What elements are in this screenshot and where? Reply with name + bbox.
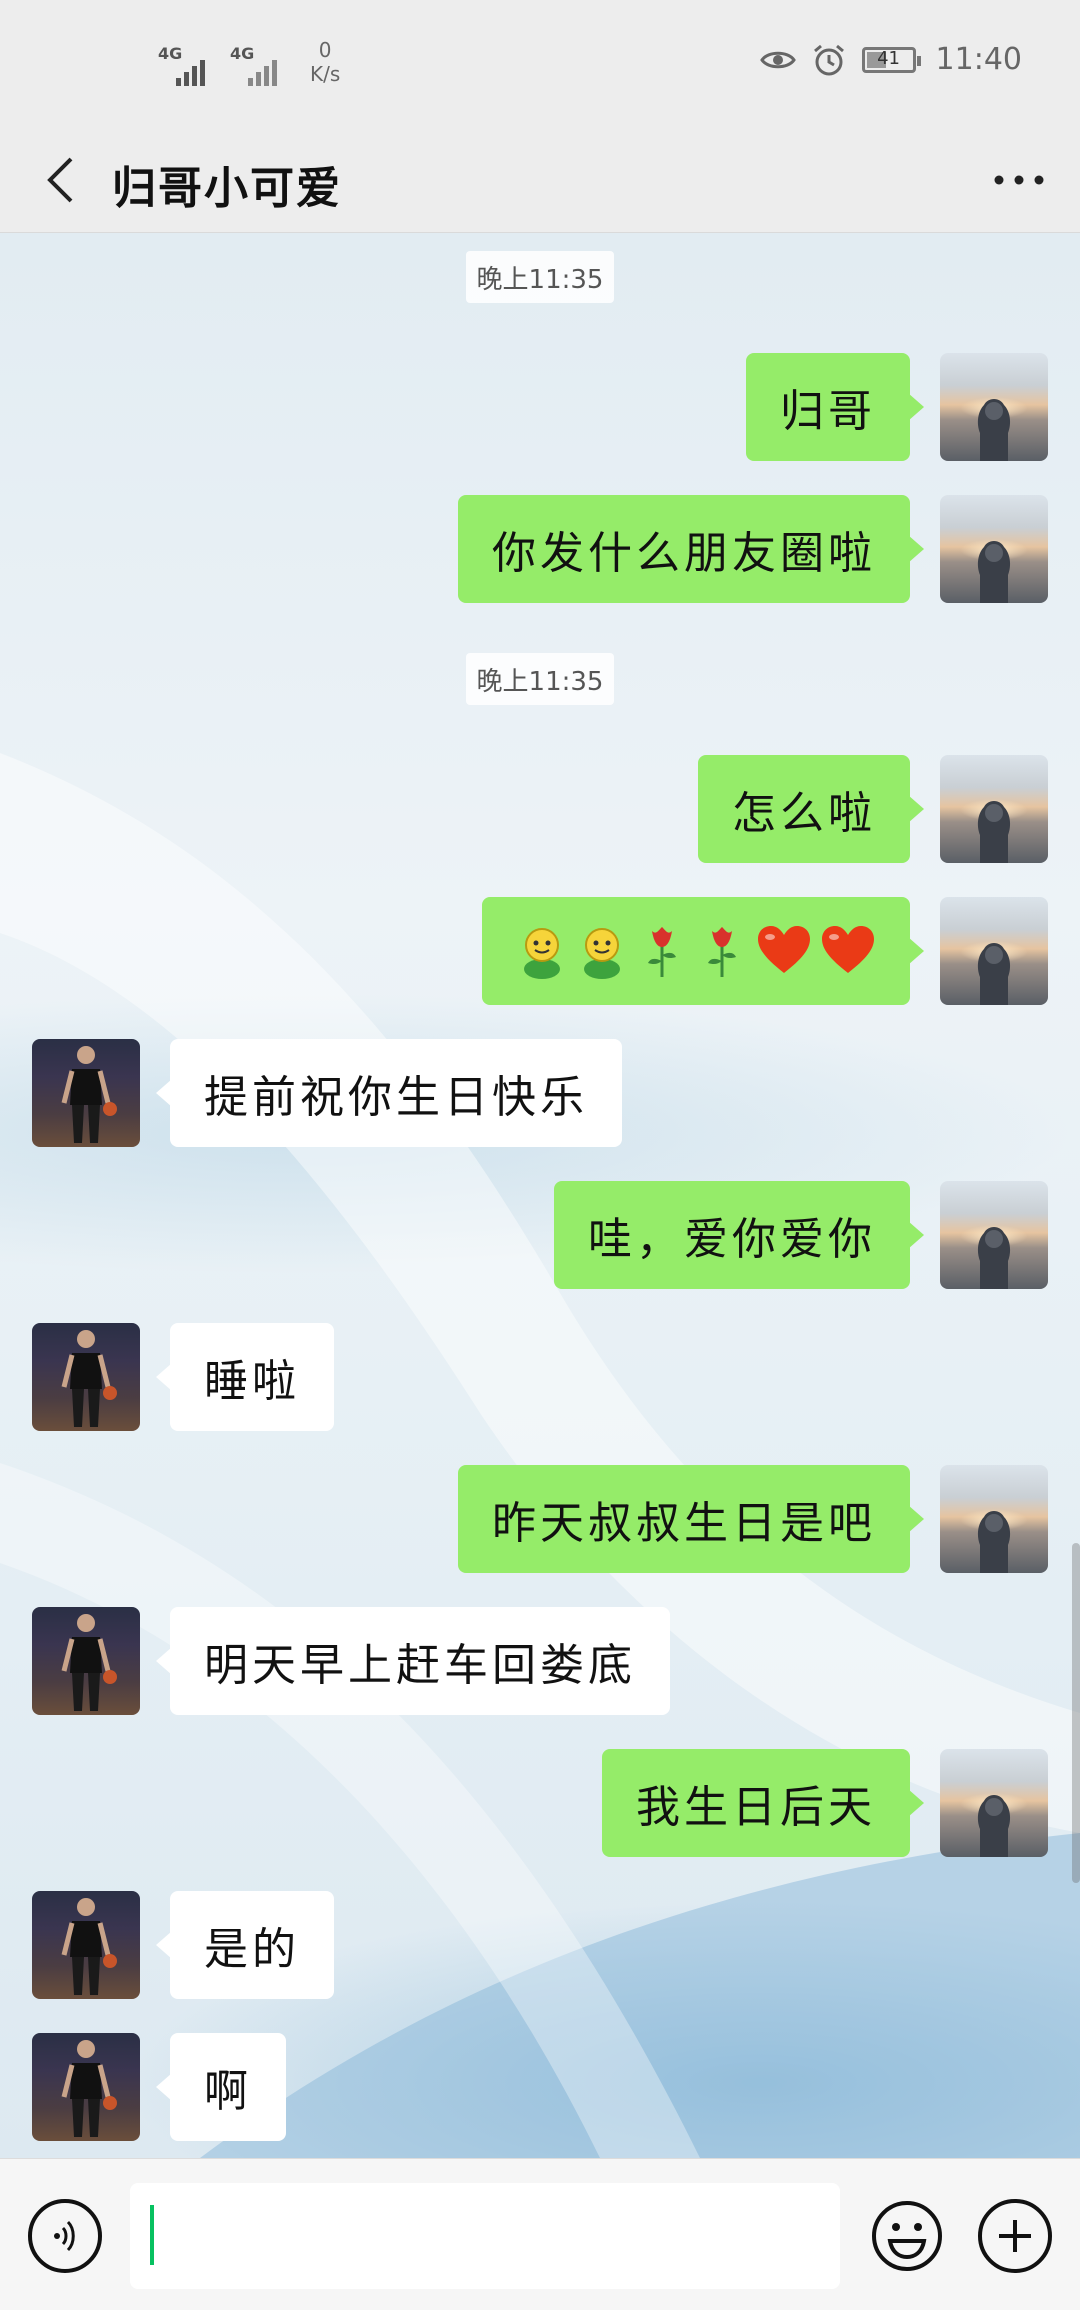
sent-message	[482, 897, 1048, 1005]
battery-level: 41	[877, 47, 900, 69]
network-speed-value: 0	[318, 38, 332, 62]
battery-icon: 41	[861, 46, 921, 73]
smiley-sprout-icon	[524, 928, 560, 979]
heart-icon	[822, 926, 874, 973]
contact-avatar[interactable]	[32, 1323, 140, 1431]
my-avatar[interactable]	[940, 1181, 1048, 1289]
chat-title: 归哥小可爱	[112, 163, 342, 214]
heart-icon	[758, 926, 810, 973]
message-bubble[interactable]: 怎么啦	[698, 755, 924, 863]
contact-avatar[interactable]	[32, 2033, 140, 2141]
more-options-button[interactable]	[984, 150, 1054, 210]
status-right: 41 11:40	[759, 42, 1022, 77]
my-avatar[interactable]	[940, 495, 1048, 603]
message-bubble[interactable]: 是的	[156, 1891, 334, 1999]
message-bubble[interactable]: 你发什么朋友圈啦	[458, 495, 924, 603]
received-message: 提前祝你生日快乐	[32, 1039, 622, 1147]
rose-icon	[648, 927, 676, 977]
sent-message: 怎么啦	[698, 755, 1048, 863]
eye-icon	[759, 51, 796, 68]
network-speed: 0 K/s	[310, 38, 340, 86]
message-bubble[interactable]	[482, 897, 924, 1005]
my-avatar[interactable]	[940, 353, 1048, 461]
signal-strength-icon: 4G	[158, 42, 216, 86]
more-dots-icon	[994, 175, 1044, 185]
message-bubble[interactable]: 我生日后天	[602, 1749, 924, 1857]
message-bubble[interactable]: 睡啦	[156, 1323, 334, 1431]
chevron-left-icon	[47, 157, 73, 203]
sent-message: 昨天叔叔生日是吧	[458, 1465, 1048, 1573]
emoji-row	[516, 923, 876, 979]
message-bubble[interactable]: 提前祝你生日快乐	[156, 1039, 622, 1147]
chat-header: 归哥小可爱	[0, 128, 1080, 233]
message-input[interactable]	[130, 2183, 840, 2289]
contact-avatar[interactable]	[32, 1039, 140, 1147]
my-avatar[interactable]	[940, 755, 1048, 863]
sent-message: 你发什么朋友圈啦	[458, 495, 1048, 603]
voice-icon	[54, 2220, 75, 2252]
text-cursor	[150, 2205, 154, 2265]
my-avatar[interactable]	[940, 897, 1048, 1005]
back-button[interactable]	[30, 150, 90, 210]
alarm-icon	[813, 44, 844, 75]
input-bar	[0, 2158, 1080, 2310]
sent-message: 我生日后天	[602, 1749, 1048, 1857]
my-avatar[interactable]	[940, 1749, 1048, 1857]
message-timestamp: 晚上11:35	[466, 251, 614, 303]
plus-icon	[999, 2220, 1031, 2252]
status-left: 4G 4G 0 K/s	[158, 36, 340, 86]
chat-message-list[interactable]: 晚上11:35 归哥 你发什么朋友圈啦 晚上11:35 怎么啦 提前祝你生日快乐…	[0, 233, 1080, 2158]
rose-icon	[708, 927, 736, 977]
received-message: 明天早上赶车回娄底	[32, 1607, 670, 1715]
my-avatar[interactable]	[940, 1465, 1048, 1573]
sent-message: 归哥	[746, 353, 1048, 461]
message-bubble[interactable]: 昨天叔叔生日是吧	[458, 1465, 924, 1573]
message-bubble[interactable]: 啊	[156, 2033, 286, 2141]
message-bubble[interactable]: 归哥	[746, 353, 924, 461]
received-message: 啊	[32, 2033, 286, 2141]
message-bubble[interactable]: 明天早上赶车回娄底	[156, 1607, 670, 1715]
smiley-sprout-icon	[584, 928, 620, 979]
message-bubble[interactable]: 哇，爱你爱你	[554, 1181, 924, 1289]
voice-button[interactable]	[28, 2199, 102, 2273]
contact-avatar[interactable]	[32, 1891, 140, 1999]
contact-avatar[interactable]	[32, 1607, 140, 1715]
signal-strength-icon: 4G	[230, 42, 288, 86]
clock-time: 11:40	[935, 42, 1022, 77]
emoji-icon	[872, 2201, 942, 2271]
more-features-button[interactable]	[978, 2199, 1052, 2273]
emoji-button[interactable]	[870, 2199, 944, 2273]
sent-message: 哇，爱你爱你	[554, 1181, 1048, 1289]
message-timestamp: 晚上11:35	[466, 653, 614, 705]
received-message: 睡啦	[32, 1323, 334, 1431]
network-speed-unit: K/s	[310, 62, 341, 86]
received-message: 是的	[32, 1891, 334, 1999]
chat-scrollbar[interactable]	[1072, 1543, 1080, 1883]
status-bar: 4G 4G 0 K/s 41 11:40	[0, 0, 1080, 128]
